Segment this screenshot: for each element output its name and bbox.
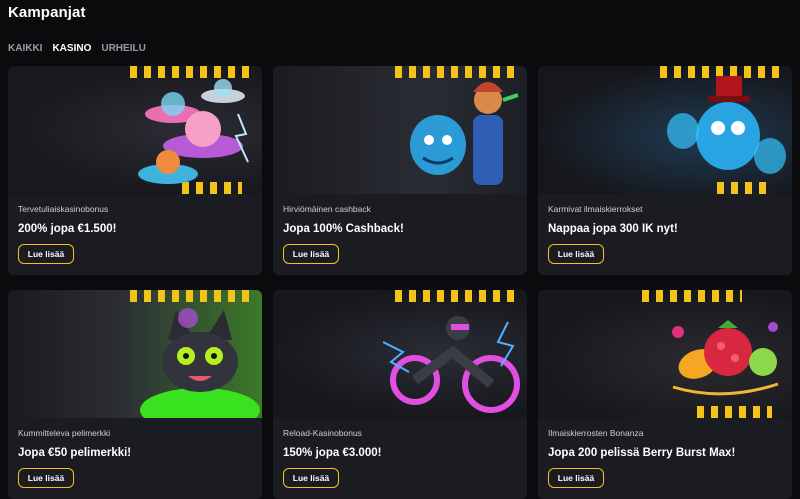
promotion-title: Jopa 200 pelissä Berry Burst Max! xyxy=(548,447,736,459)
promotion-image-neon-bike xyxy=(273,290,527,418)
promotion-title: 150% jopa €3.000! xyxy=(283,447,382,459)
ufo-pigs-illustration xyxy=(138,79,249,184)
promotion-image-ufo-pigs xyxy=(8,66,262,194)
promotion-title: Jopa 100% Cashback! xyxy=(283,223,404,235)
read-more-button[interactable]: Lue lisää xyxy=(18,244,74,264)
page-title: Kampanjat xyxy=(8,4,86,21)
promotion-card[interactable]: Karmivat ilmaiskierrokset Nappaa jopa 30… xyxy=(538,66,792,275)
tab-casino[interactable]: KASINO xyxy=(52,43,91,54)
promotion-subtitle: Tervetuliaiskasinobonus xyxy=(18,204,109,214)
promotion-card[interactable]: Hirviömäinen cashback Jopa 100% Cashback… xyxy=(273,66,527,275)
promotion-card[interactable]: Reload-Kasinobonus 150% jopa €3.000! Lue… xyxy=(273,290,527,499)
read-more-button[interactable]: Lue lisää xyxy=(18,468,74,488)
read-more-button[interactable]: Lue lisää xyxy=(548,468,604,488)
cat-illustration xyxy=(140,308,260,418)
promotion-card[interactable]: Ilmaiskierrosten Bonanza Jopa 200 peliss… xyxy=(538,290,792,499)
category-filter-tabs: KAIKKI KASINO URHEILU xyxy=(8,43,146,54)
hazard-stripes xyxy=(642,290,742,302)
promotion-title: 200% jopa €1.500! xyxy=(18,223,117,235)
promotion-image-ghosts xyxy=(538,66,792,194)
read-more-button[interactable]: Lue lisää xyxy=(283,244,339,264)
read-more-button[interactable]: Lue lisää xyxy=(283,468,339,488)
promotion-subtitle: Reload-Kasinobonus xyxy=(283,428,362,438)
promotion-image-fruits xyxy=(538,290,792,418)
promotion-title: Nappaa jopa 300 IK nyt! xyxy=(548,223,678,235)
tab-all[interactable]: KAIKKI xyxy=(8,43,42,54)
promotion-title: Jopa €50 pelimerkki! xyxy=(18,447,132,459)
promotions-grid: Tervetuliaiskasinobonus 200% jopa €1.500… xyxy=(8,66,792,499)
promotion-image-cat xyxy=(8,290,262,418)
neon-bike-illustration xyxy=(383,316,520,413)
tab-sports[interactable]: URHEILU xyxy=(101,43,145,54)
promotion-image-ghost-hunter xyxy=(273,66,527,194)
promotion-subtitle: Ilmaiskierrosten Bonanza xyxy=(548,428,644,438)
promotion-subtitle: Hirviömäinen cashback xyxy=(283,204,371,214)
hazard-stripes xyxy=(697,406,772,418)
promotion-card[interactable]: Kummitteleva pelimerkki Jopa €50 pelimer… xyxy=(8,290,262,499)
promotion-card[interactable]: Tervetuliaiskasinobonus 200% jopa €1.500… xyxy=(8,66,262,275)
hazard-stripes xyxy=(395,290,515,302)
ghosts-illustration xyxy=(667,76,786,174)
read-more-button[interactable]: Lue lisää xyxy=(548,244,604,264)
promotion-subtitle: Kummitteleva pelimerkki xyxy=(18,428,111,438)
fruits-illustration xyxy=(672,320,779,396)
ghost-hunter-illustration xyxy=(410,82,519,185)
promotion-subtitle: Karmivat ilmaiskierrokset xyxy=(548,204,643,214)
